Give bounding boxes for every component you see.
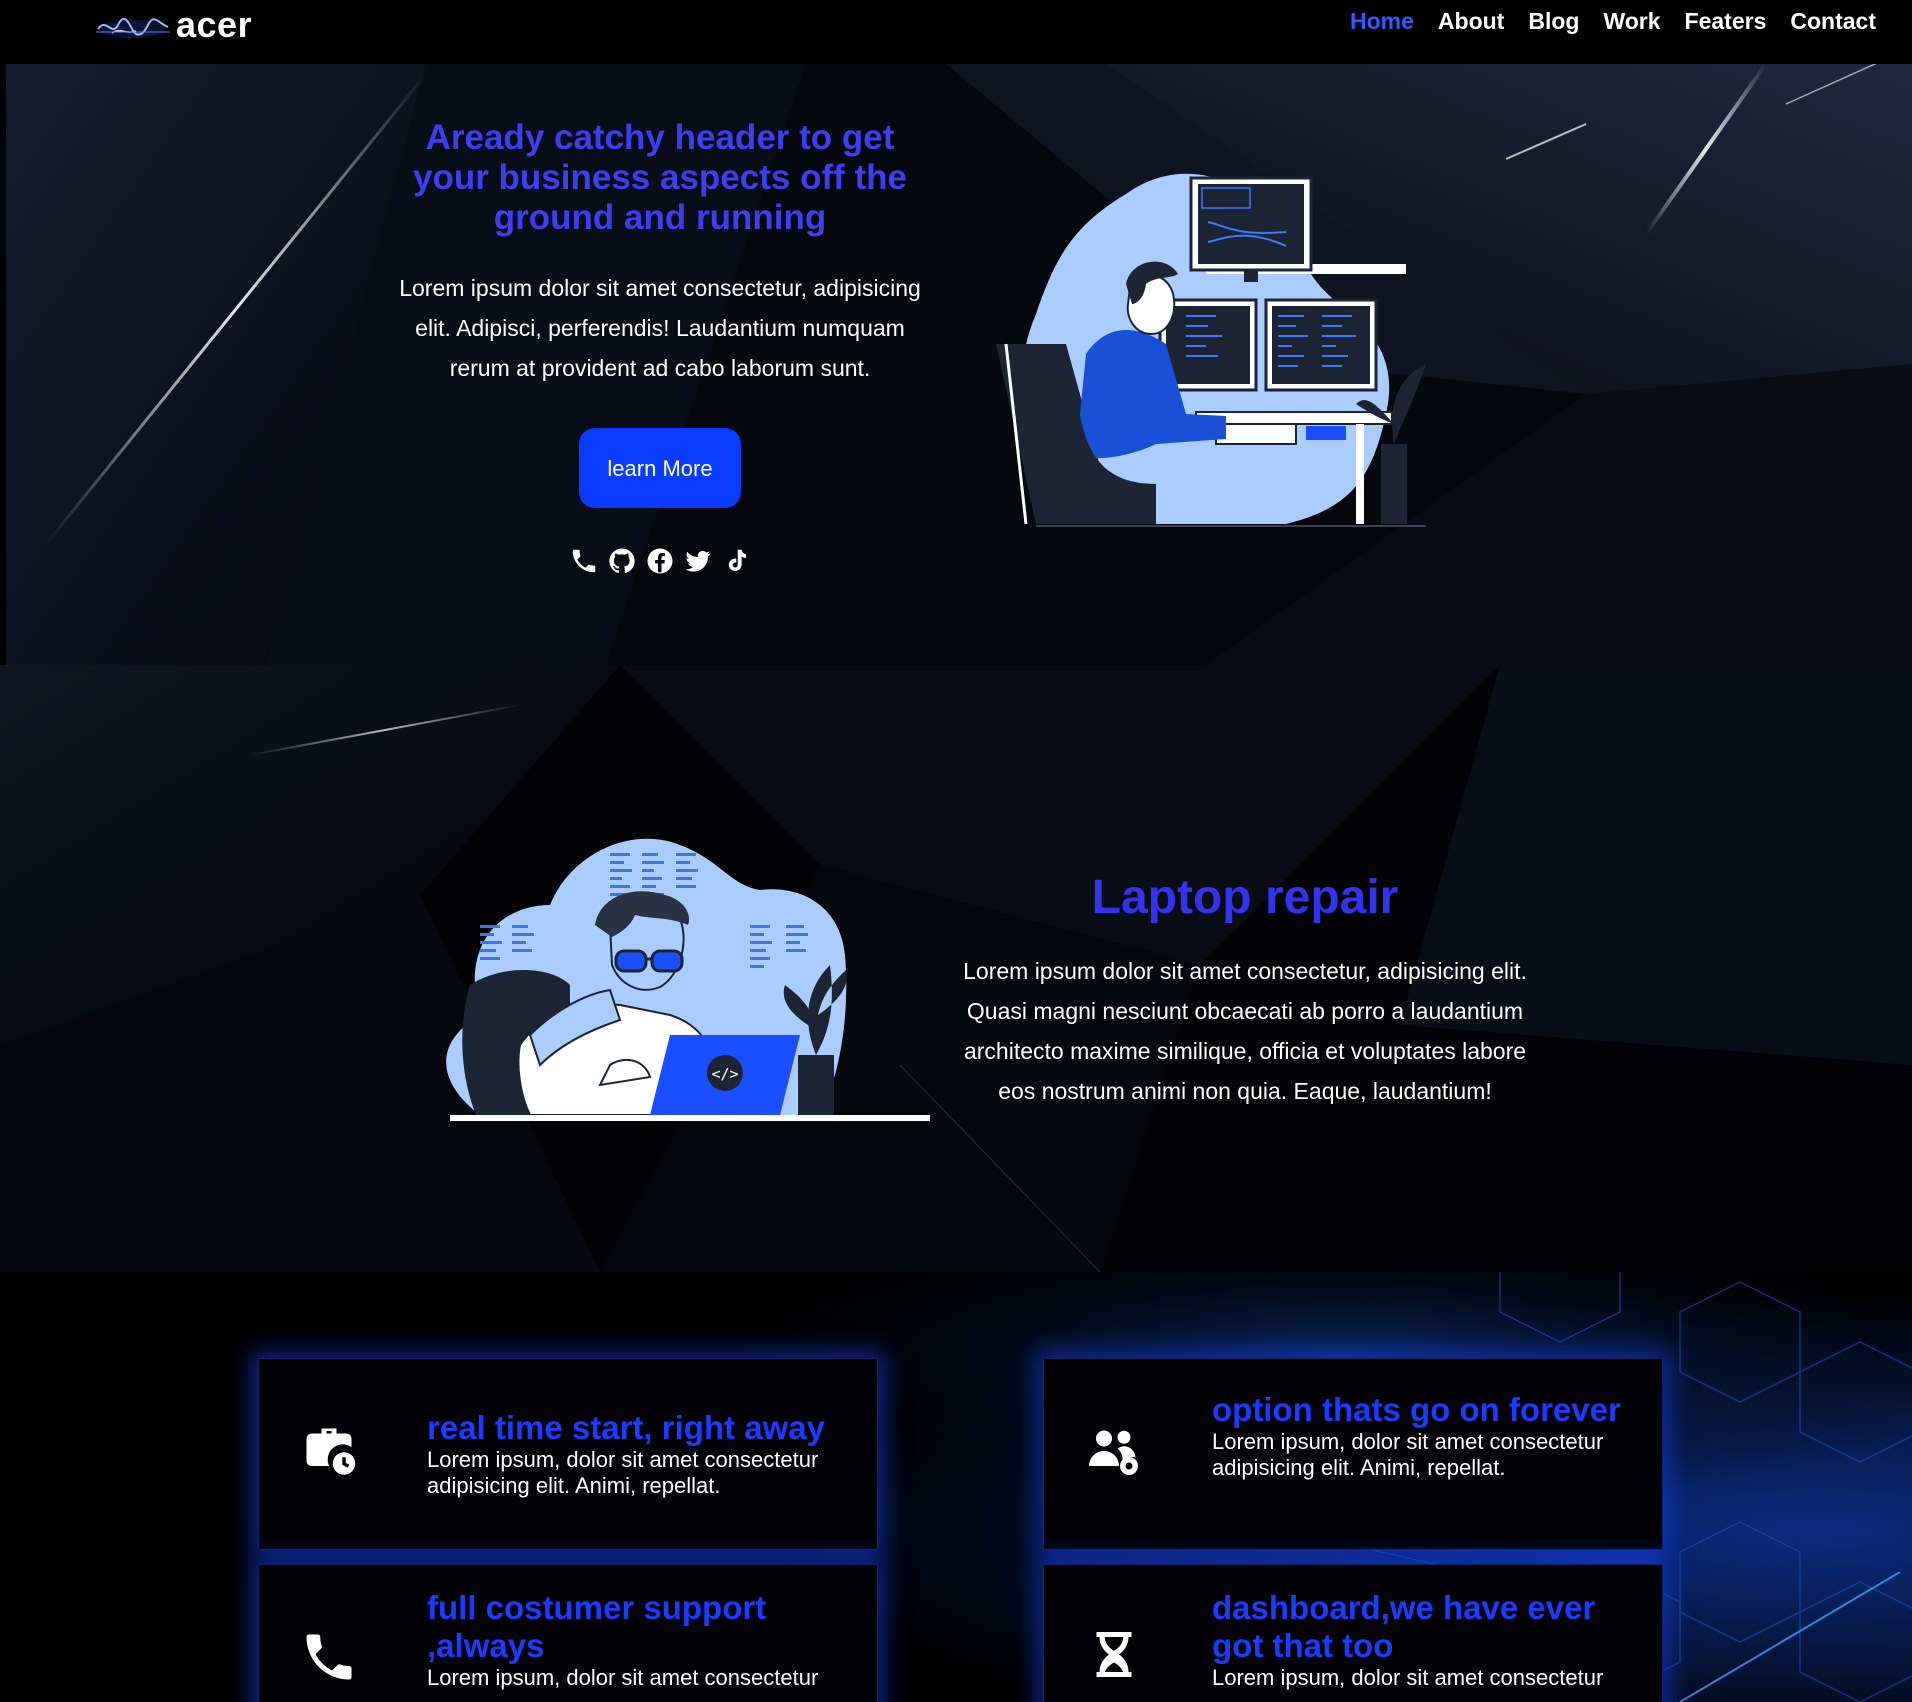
feature-card: full costumer support ,always Lorem ipsu… — [258, 1564, 878, 1702]
features-section: real time start, right away Lorem ipsum,… — [0, 1272, 1912, 1702]
hero-text: Aready catchy header to get your busines… — [386, 118, 934, 576]
tiktok-icon[interactable] — [721, 546, 751, 576]
hero-background — [6, 64, 1912, 665]
feature-card-text: Lorem ipsum, dolor sit amet consectetur … — [1212, 1429, 1604, 1480]
section2-background — [0, 665, 1912, 1272]
feature-card-body: option thats go on forever Lorem ipsum, … — [1212, 1391, 1632, 1481]
feature-card-title: dashboard,we have ever got that too — [1212, 1589, 1596, 1664]
laptop-repair-section: </> Laptop repair Lorem ipsum dolor sit … — [0, 665, 1912, 1272]
brand[interactable]: acer — [92, 0, 252, 50]
developer-desk-illustration — [996, 173, 1426, 527]
feature-card: real time start, right away Lorem ipsum,… — [258, 1358, 878, 1550]
twitter-icon[interactable] — [683, 546, 713, 576]
hero-title: Aready catchy header to get your busines… — [412, 118, 908, 237]
nav-home-link[interactable]: Home — [1338, 8, 1426, 35]
phone-icon[interactable] — [569, 546, 599, 576]
hourglass-icon — [1096, 1632, 1132, 1677]
hero-section: Aready catchy header to get your busines… — [6, 64, 1912, 665]
nav-work-link[interactable]: Work — [1591, 8, 1672, 35]
feature-card: dashboard,we have ever got that too Lore… — [1043, 1564, 1663, 1702]
navbar: acer Home About Blog Work Featers Contac… — [0, 0, 1912, 64]
feature-card-title: full costumer support ,always — [427, 1589, 767, 1664]
nav-about-link[interactable]: About — [1426, 8, 1516, 35]
section2-description: Lorem ipsum dolor sit amet consectetur, … — [963, 958, 1527, 1104]
feature-card-text: Lorem ipsum, dolor sit amet consectetur — [1212, 1665, 1604, 1690]
feature-card-body: dashboard,we have ever got that too Lore… — [1212, 1589, 1632, 1691]
facebook-icon[interactable] — [645, 546, 675, 576]
signature-logo-icon — [96, 17, 170, 38]
feature-card: option thats go on forever Lorem ipsum, … — [1043, 1358, 1663, 1550]
feature-card-text: Lorem ipsum, dolor sit amet consectetur — [427, 1665, 819, 1690]
feature-card-title: real time start, right away — [427, 1409, 825, 1446]
section2-title: Laptop repair — [1091, 871, 1399, 924]
nav-links: Home About Blog Work Featers Contact — [1338, 8, 1888, 35]
social-links — [386, 546, 934, 576]
feature-card-body: real time start, right away Lorem ipsum,… — [427, 1409, 847, 1499]
feature-card-text: Lorem ipsum, dolor sit amet consectetur … — [427, 1447, 819, 1498]
phone-icon — [306, 1634, 352, 1680]
nav-contact-link[interactable]: Contact — [1778, 8, 1888, 35]
brand-name: acer — [176, 4, 253, 45]
developer-laptop-illustration: </> — [446, 838, 930, 1121]
nav-blog-link[interactable]: Blog — [1516, 8, 1591, 35]
github-icon[interactable] — [607, 546, 637, 576]
nav-featers-link[interactable]: Featers — [1673, 8, 1779, 35]
briefcase-clock-icon — [306, 1428, 356, 1475]
hero-description: Lorem ipsum dolor sit amet consectetur, … — [399, 275, 921, 381]
users-gear-icon — [1089, 1430, 1138, 1475]
svg-text:</>: </> — [711, 1065, 738, 1083]
learn-more-button[interactable]: learn More — [579, 428, 741, 508]
feature-card-title: option thats go on forever — [1212, 1391, 1621, 1428]
feature-card-body: full costumer support ,always Lorem ipsu… — [427, 1589, 847, 1691]
